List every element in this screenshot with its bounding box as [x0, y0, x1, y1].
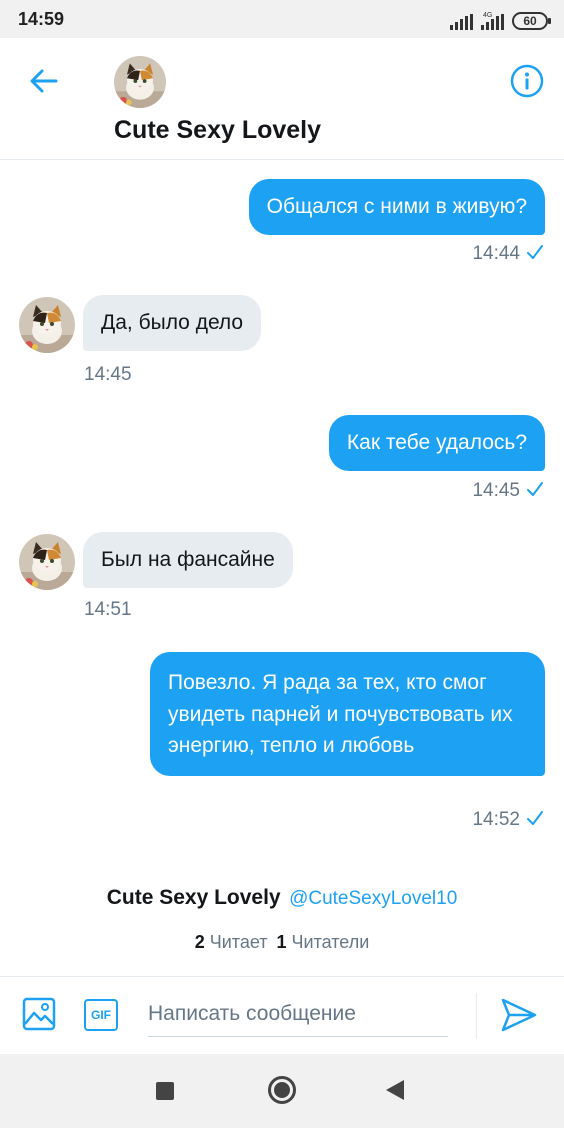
message-bubble-outgoing[interactable]: Общался с ними в живую?	[248, 179, 545, 235]
status-icons: 4G 60	[450, 8, 551, 30]
message-time: 14:45	[472, 480, 520, 501]
message-input[interactable]	[148, 991, 448, 1037]
followers-label[interactable]: Читатели	[292, 932, 370, 952]
status-bar: 14:59 4G 60	[0, 0, 564, 38]
following-label[interactable]: Читает	[210, 932, 268, 952]
send-button[interactable]	[500, 997, 538, 1033]
message-bubble-incoming[interactable]: Да, было дело	[83, 295, 262, 351]
read-check-icon	[527, 482, 543, 496]
system-back-button[interactable]	[386, 1080, 404, 1100]
message-timestamp: 14:44	[472, 243, 544, 265]
followers-count: 1	[276, 932, 287, 952]
message-text: Повезло. Я рада за тех, кто смог увидеть…	[168, 671, 513, 757]
following-count: 2	[194, 932, 205, 952]
info-button[interactable]	[510, 64, 544, 98]
image-icon	[22, 997, 56, 1031]
message-text: Как тебе удалось?	[346, 431, 527, 454]
system-nav-bar	[0, 1054, 564, 1128]
recent-apps-button[interactable]	[156, 1082, 174, 1100]
message-composer: GIF	[0, 976, 564, 1054]
status-time: 14:59	[18, 9, 65, 29]
profile-summary: Cute Sexy Lovely @CuteSexyLovel10	[0, 886, 564, 910]
composer-divider	[476, 993, 477, 1039]
calico-cat-avatar	[19, 297, 75, 353]
send-icon	[501, 998, 537, 1032]
sender-avatar[interactable]	[19, 534, 75, 590]
back-button[interactable]	[26, 66, 62, 96]
gif-button[interactable]: GIF	[84, 999, 118, 1031]
message-text: Да, было дело	[101, 311, 244, 334]
profile-stats: 2 Читает 1 Читатели	[0, 932, 564, 953]
message-bubble-outgoing[interactable]: Повезло. Я рада за тех, кто смог увидеть…	[150, 652, 545, 776]
message-bubble-incoming[interactable]: Был на фансайне	[83, 532, 293, 588]
profile-name[interactable]: Cute Sexy Lovely	[107, 886, 281, 909]
message-time: 14:52	[472, 809, 520, 830]
battery-icon: 60	[512, 12, 551, 30]
profile-handle[interactable]: @CuteSexyLovel10	[289, 888, 457, 909]
read-check-icon	[527, 245, 543, 259]
info-icon	[510, 64, 544, 98]
read-check-icon	[527, 811, 543, 825]
network-label: 4G	[483, 12, 493, 19]
home-button[interactable]	[268, 1076, 296, 1104]
message-timestamp: 14:45	[84, 364, 132, 385]
home-icon	[274, 1082, 290, 1098]
message-timestamp: 14:45	[472, 480, 544, 502]
message-text: Был на фансайне	[101, 548, 275, 571]
sender-avatar[interactable]	[19, 297, 75, 353]
message-bubble-outgoing[interactable]: Как тебе удалось?	[328, 415, 545, 471]
signal-icon	[450, 14, 473, 30]
conversation-header: Cute Sexy Lovely	[0, 38, 564, 160]
battery-level: 60	[523, 14, 537, 28]
add-image-button[interactable]	[22, 997, 56, 1031]
conversation-title: Cute Sexy Lovely	[114, 116, 322, 144]
signal-4g-icon: 4G	[481, 12, 504, 30]
calico-cat-avatar	[114, 56, 166, 108]
message-text: Общался с ними в живую?	[266, 195, 527, 218]
calico-cat-avatar	[19, 534, 75, 590]
gif-label: GIF	[91, 1008, 111, 1022]
arrow-left-icon	[30, 69, 58, 93]
message-time: 14:44	[472, 243, 520, 264]
message-timestamp: 14:51	[84, 599, 132, 620]
header-avatar[interactable]	[114, 56, 166, 108]
message-timestamp: 14:52	[472, 809, 544, 831]
